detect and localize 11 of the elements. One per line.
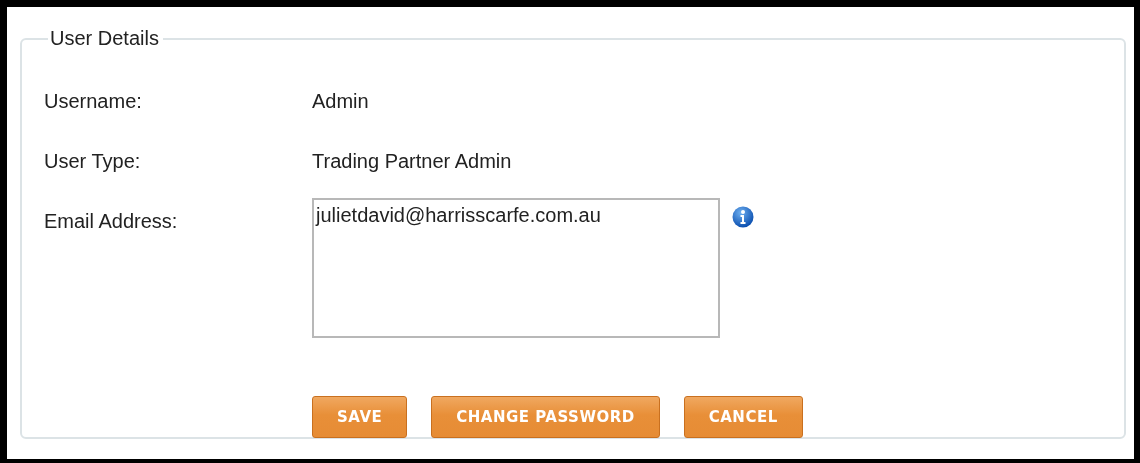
save-button[interactable]: SAVE xyxy=(312,396,408,438)
info-icon[interactable] xyxy=(732,206,754,228)
field-label: Username: xyxy=(44,90,143,113)
field-label: Email Address: xyxy=(44,210,179,233)
field-value: Trading Partner Admin xyxy=(312,150,512,173)
cancel-button[interactable]: CANCEL xyxy=(683,396,803,438)
change-password-button[interactable]: CHANGE PASSWORD xyxy=(431,396,660,438)
panel-title: User Details xyxy=(49,27,160,50)
field-label: User Type: xyxy=(44,150,142,173)
email-field[interactable]: julietdavid@harrisscarfe.com.au xyxy=(312,198,720,338)
field-value: Admin xyxy=(312,90,369,113)
